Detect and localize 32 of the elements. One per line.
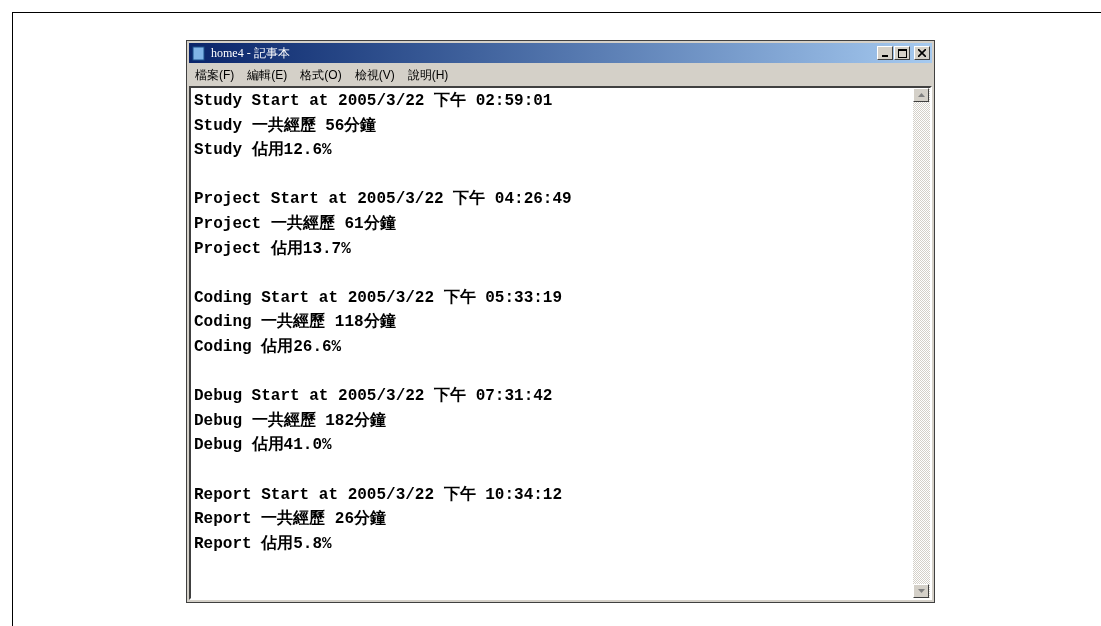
text-line: Report 佔用5.8% bbox=[194, 533, 332, 555]
text-line: Study Start at 2005/3/22 下午 02:59:01 bbox=[194, 91, 553, 112]
menu-item[interactable]: 檔案(F) bbox=[195, 65, 235, 84]
text-line: Coding Start at 2005/3/22 下午 05:33:19 bbox=[194, 287, 563, 309]
close-icon bbox=[918, 49, 926, 57]
text-line: Report 一共經歷 26分鐘 bbox=[194, 508, 386, 531]
menu-item[interactable]: 檢視(V) bbox=[354, 65, 395, 84]
text-line: Debug 佔用41.0% bbox=[194, 435, 332, 457]
text-line: Debug 一共經歷 182分鐘 bbox=[194, 410, 386, 432]
up-arrow-icon bbox=[917, 93, 925, 97]
text-line: Report Start at 2005/3/22 下午 10:34:12 bbox=[194, 484, 563, 506]
text-line: Study 佔用12.6% bbox=[194, 140, 332, 162]
minimize-button[interactable] bbox=[877, 46, 893, 60]
menu-item[interactable]: 格式(O) bbox=[300, 65, 342, 84]
menu-item[interactable]: 編輯(E) bbox=[247, 65, 288, 84]
down-arrow-icon bbox=[917, 589, 925, 593]
text-line: Coding 一共經歷 118分鐘 bbox=[194, 311, 396, 334]
text-line: Project 一共經歷 61分鐘 bbox=[194, 213, 396, 235]
text-line: Study 一共經歷 56分鐘 bbox=[194, 115, 377, 137]
scroll-down-button[interactable] bbox=[913, 584, 929, 598]
menu-item[interactable]: 說明(H) bbox=[407, 65, 449, 84]
text-line: Debug Start at 2005/3/22 下午 07:31:42 bbox=[194, 386, 553, 408]
text-line: Coding 佔用26.6% bbox=[194, 336, 342, 358]
notepad-icon bbox=[191, 45, 207, 61]
text-line: Project Start at 2005/3/22 下午 04:26:49 bbox=[194, 189, 572, 211]
scrollbar[interactable] bbox=[913, 88, 930, 598]
maximize-icon bbox=[897, 48, 907, 58]
close-button[interactable] bbox=[914, 46, 930, 60]
scroll-up-button[interactable] bbox=[913, 88, 929, 102]
maximize-button[interactable] bbox=[894, 46, 910, 60]
window-title: home4 - 記事本 bbox=[211, 45, 290, 62]
text-line: Project 佔用13.7% bbox=[194, 238, 351, 260]
